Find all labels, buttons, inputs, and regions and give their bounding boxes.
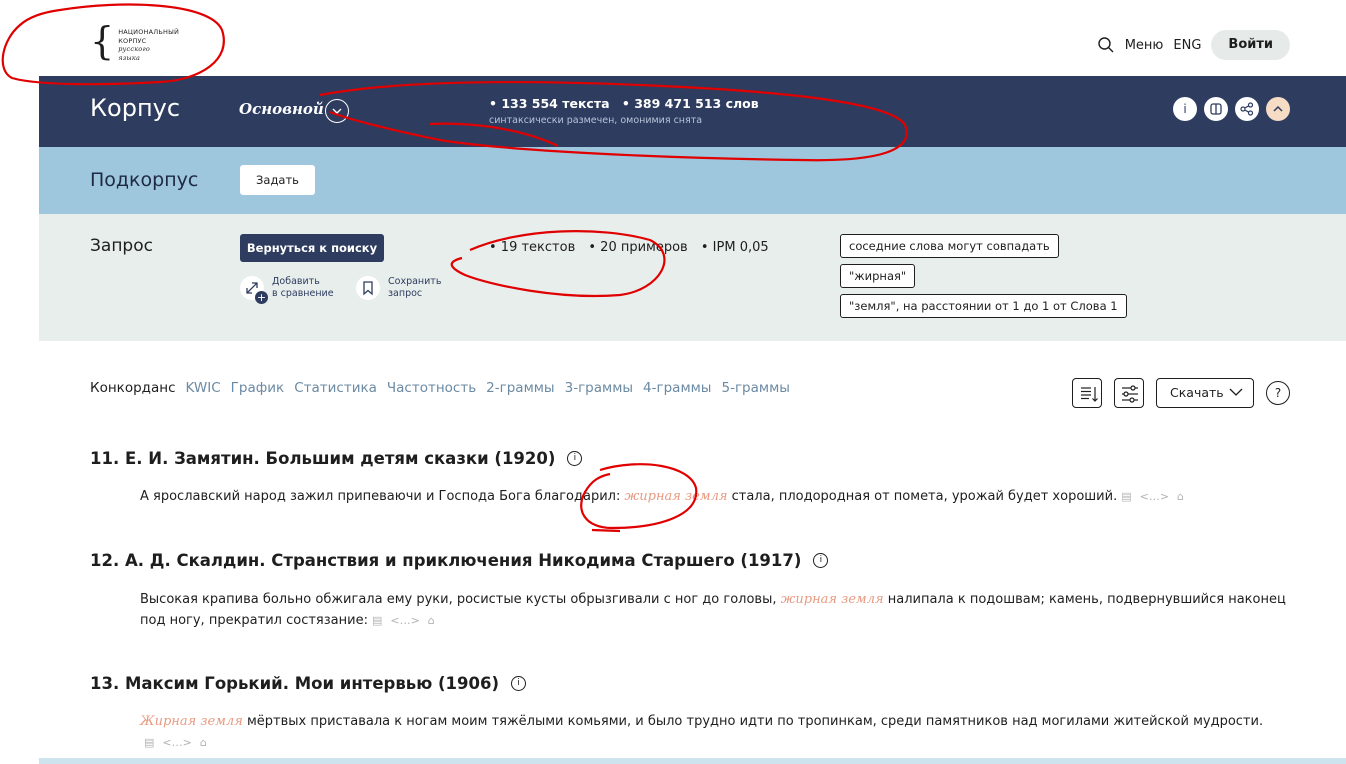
sort-button[interactable] xyxy=(1072,378,1102,408)
corpus-text-count: • 133 554 текста xyxy=(489,96,610,111)
result-title[interactable]: 13. Максим Горький. Мои интервью (1906) xyxy=(90,674,499,693)
tab-5grams[interactable]: 5-граммы xyxy=(721,380,789,396)
language-switch[interactable]: ENG xyxy=(1173,38,1201,53)
logo-line-3: русского xyxy=(118,45,150,53)
bookmark-icon xyxy=(356,276,380,300)
bottom-strip xyxy=(39,758,1346,764)
hit-highlight: жирная земля xyxy=(624,489,728,504)
corpus-stats: • 133 554 текста • 389 471 513 слов xyxy=(489,96,767,111)
expand-context-icon[interactable]: <…> xyxy=(162,732,191,753)
tab-kwic[interactable]: KWIC xyxy=(186,380,221,396)
logo-line-1: НАЦИОНАЛЬНЫЙ xyxy=(118,28,180,36)
result-item: 13. Максим Горький. Мои интервью (1906) … xyxy=(90,674,526,693)
login-button[interactable]: Войти xyxy=(1211,30,1290,60)
settings-button[interactable] xyxy=(1114,378,1144,408)
result-snippet: Жирная земля мёртвых приставала к ногам … xyxy=(140,711,1300,753)
subcorpus-bar: Подкорпус Задать xyxy=(39,147,1346,214)
collapse-icon[interactable] xyxy=(1266,97,1290,121)
book-icon[interactable] xyxy=(1204,97,1228,121)
sliders-icon xyxy=(1122,385,1138,403)
expand-context-icon[interactable]: <…> xyxy=(1140,486,1169,507)
query-ipm: • IPM 0,05 xyxy=(700,240,769,255)
info-icon[interactable]: i xyxy=(567,451,583,466)
menu-link[interactable]: Меню xyxy=(1125,38,1164,53)
save-label-line-2: запрос xyxy=(388,288,423,299)
corpus-title: Корпус xyxy=(90,94,181,122)
syntax-tree-icon[interactable]: ⌂ xyxy=(428,610,435,631)
tab-frequency[interactable]: Частотность xyxy=(387,380,476,396)
corpus-bar: Корпус Основной • 133 554 текста • 389 4… xyxy=(39,76,1346,147)
query-tag[interactable]: соседние слова могут совпадать xyxy=(840,234,1059,258)
query-title: Запрос xyxy=(90,236,153,256)
chevron-down-icon xyxy=(332,108,342,114)
logo-line-4: языка xyxy=(118,53,141,62)
result-snippet: А ярославский народ зажил припеваючи и Г… xyxy=(140,486,1300,507)
hit-highlight: Жирная земля xyxy=(140,714,243,729)
chevron-down-icon xyxy=(1229,388,1243,396)
logo-line-2: КОРПУС xyxy=(118,36,147,45)
tab-concordance[interactable]: Конкорданс xyxy=(90,380,176,396)
corpus-word-count: • 389 471 513 слов xyxy=(621,96,759,111)
tab-4grams[interactable]: 4-граммы xyxy=(643,380,711,396)
logo-bracket-icon: { xyxy=(90,19,115,63)
tab-2grams[interactable]: 2-граммы xyxy=(486,380,554,396)
sort-icon xyxy=(1081,387,1098,402)
compare-label-line-2: в сравнение xyxy=(272,288,334,299)
info-icon[interactable]: i xyxy=(510,676,526,691)
query-text-count: • 19 текстов xyxy=(489,240,576,255)
result-tools: Скачать ? xyxy=(1072,378,1290,408)
query-stats: • 19 текстов • 20 примеров • IPM 0,05 xyxy=(489,240,778,255)
result-item: 11. Е. И. Замятин. Большим детям сказки … xyxy=(90,449,583,468)
download-label: Скачать xyxy=(1170,385,1224,400)
expand-context-icon[interactable]: <…> xyxy=(390,610,419,631)
result-item: 12. А. Д. Скалдин. Странствия и приключе… xyxy=(90,551,829,570)
result-snippet: Высокая крапива больно обжигала ему руки… xyxy=(140,589,1300,631)
set-subcorpus-button[interactable]: Задать xyxy=(240,165,315,195)
save-label-line-1: Сохранить xyxy=(388,276,442,287)
corpus-dropdown-button[interactable] xyxy=(325,99,349,123)
search-icon[interactable] xyxy=(1097,36,1115,54)
hit-highlight: жирная земля xyxy=(780,592,884,607)
info-icon[interactable]: i xyxy=(1173,97,1197,121)
tab-3grams[interactable]: 3-граммы xyxy=(565,380,633,396)
query-panel: Запрос Вернуться к поиску + Добавить в с… xyxy=(39,214,1346,341)
add-to-comparison-button[interactable]: + Добавить в сравнение xyxy=(240,276,334,304)
result-view-tabs: Конкорданс KWIC График Статистика Частот… xyxy=(90,380,790,396)
subcorpus-title: Подкорпус xyxy=(90,169,199,191)
corpus-actions: i xyxy=(1173,97,1290,121)
document-icon[interactable]: ▤ xyxy=(372,610,382,631)
corpus-description: синтаксически размечен, омонимия снята xyxy=(489,115,703,126)
site-logo[interactable]: { НАЦИОНАЛЬНЫЙ КОРПУС русского языка xyxy=(90,19,180,63)
query-example-count: • 20 примеров xyxy=(588,240,688,255)
document-icon[interactable]: ▤ xyxy=(144,732,154,753)
expand-icon: + xyxy=(240,276,268,304)
result-title[interactable]: 12. А. Д. Скалдин. Странствия и приключе… xyxy=(90,551,801,570)
top-right-controls: Меню ENG Войти xyxy=(1097,30,1290,60)
syntax-tree-icon[interactable]: ⌂ xyxy=(1177,486,1184,507)
download-dropdown[interactable]: Скачать xyxy=(1156,378,1254,408)
syntax-tree-icon[interactable]: ⌂ xyxy=(200,732,207,753)
query-tags: соседние слова могут совпадать "жирная" … xyxy=(840,234,1127,318)
tab-chart[interactable]: График xyxy=(231,380,285,396)
plus-icon: + xyxy=(255,291,268,304)
save-query-button[interactable]: Сохранить запрос xyxy=(356,276,441,300)
query-tag[interactable]: "жирная" xyxy=(840,264,916,288)
query-tag[interactable]: "земля", на расстоянии от 1 до 1 от Слов… xyxy=(840,294,1127,318)
document-icon[interactable]: ▤ xyxy=(1121,486,1131,507)
share-icon[interactable] xyxy=(1235,97,1259,121)
tab-statistics[interactable]: Статистика xyxy=(294,380,377,396)
result-title[interactable]: 11. Е. И. Замятин. Большим детям сказки … xyxy=(90,449,555,468)
top-bar: { НАЦИОНАЛЬНЫЙ КОРПУС русского языка Мен… xyxy=(0,0,1346,76)
info-icon[interactable]: i xyxy=(813,553,829,568)
back-to-search-button[interactable]: Вернуться к поиску xyxy=(240,234,384,262)
help-icon[interactable]: ? xyxy=(1266,381,1290,405)
compare-label-line-1: Добавить xyxy=(272,276,320,287)
corpus-type[interactable]: Основной xyxy=(239,100,324,118)
